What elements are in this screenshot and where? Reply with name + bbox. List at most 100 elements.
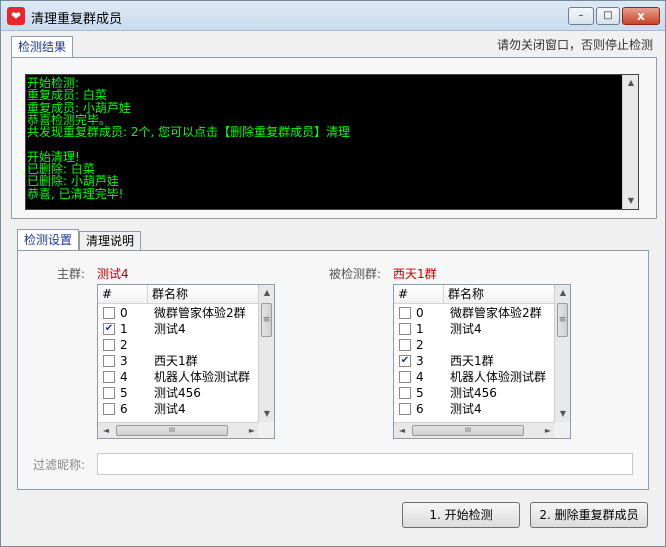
scroll-thumb[interactable]: ≡ xyxy=(557,303,568,337)
list-item[interactable]: ✔ 3 西天1群 xyxy=(394,353,556,369)
column-header-index[interactable]: # xyxy=(98,285,148,304)
main-group-list[interactable]: # 群名称 0 微群管家体验2群 ✔ 1 测试4 2 3 西天1群 4 机器人体验测试群 5 测试45… xyxy=(97,284,275,439)
filter-nickname-input[interactable] xyxy=(97,453,633,475)
list-item[interactable]: 4 机器人体验测试群 xyxy=(98,369,260,385)
row-index: 1 xyxy=(416,322,424,336)
list-item[interactable]: 5 测试456 xyxy=(98,385,260,401)
checked-group-label: 被检测群: xyxy=(329,267,382,281)
list-header: # 群名称 xyxy=(98,285,260,304)
row-group-name: 西天1群 xyxy=(450,354,494,368)
row-index: 0 xyxy=(120,306,128,320)
log-line: 已删除: 小葫芦娃 xyxy=(27,174,119,189)
list-item[interactable]: 2 xyxy=(98,337,260,353)
row-checkbox[interactable]: ✔ xyxy=(399,355,411,367)
log-console: 开始检测: 重复成员: 白菜 重复成员: 小葫芦娃 恭喜检测完毕。 共发现重复群成员: … xyxy=(25,74,639,210)
row-checkbox[interactable] xyxy=(103,387,115,399)
log-line: 共发现重复群成员: 2个, 您可以点击【删除重复群成员】清理 xyxy=(27,125,351,140)
checked-group-value: 西天1群 xyxy=(393,267,437,281)
window-title: 清理重复群成员 xyxy=(31,12,123,27)
title-bar[interactable]: ❤ 清理重复群成员 – □ x xyxy=(1,1,665,31)
list-vertical-scrollbar[interactable]: ▲ ≡ ▼ xyxy=(554,285,570,422)
list-item[interactable]: 0 微群管家体验2群 xyxy=(98,305,260,321)
row-checkbox[interactable] xyxy=(399,307,411,319)
row-index: 5 xyxy=(120,386,128,400)
row-index: 3 xyxy=(120,354,128,368)
row-checkbox[interactable] xyxy=(399,371,411,383)
row-group-name: 机器人体验测试群 xyxy=(450,370,547,384)
list-horizontal-scrollbar[interactable]: ◄ III ► xyxy=(98,422,260,438)
scroll-thumb[interactable]: ≡ xyxy=(261,303,272,337)
log-line: 开始检测: xyxy=(27,76,80,90)
app-logo-icon: ❤ xyxy=(7,7,25,25)
row-checkbox[interactable] xyxy=(103,307,115,319)
notice-text: 请勿关闭窗口，否则停止检测 xyxy=(496,38,653,52)
row-index: 3 xyxy=(416,354,424,368)
row-checkbox[interactable] xyxy=(103,403,115,415)
tab-detection-settings[interactable]: 检测设置 xyxy=(17,229,80,250)
scroll-down-arrow-icon[interactable]: ▼ xyxy=(623,193,639,209)
log-line: 重复成员: 小葫芦娃 xyxy=(27,100,131,115)
close-button[interactable]: x xyxy=(622,7,660,25)
row-checkbox[interactable] xyxy=(103,355,115,367)
list-item[interactable]: 2 xyxy=(394,337,556,353)
scroll-down-arrow-icon[interactable]: ▼ xyxy=(555,406,570,422)
checked-group-list[interactable]: # 群名称 0 微群管家体验2群 1 测试4 2 ✔ 3 西天1群 4 机器人体验测试群 5 测试45… xyxy=(393,284,571,439)
row-index: 6 xyxy=(416,402,424,416)
list-item[interactable]: 6 测试4 xyxy=(394,401,556,417)
scroll-thumb[interactable]: III xyxy=(412,425,524,436)
scroll-left-arrow-icon[interactable]: ◄ xyxy=(98,423,114,438)
row-group-name: 微群管家体验2群 xyxy=(154,306,246,320)
tab-detection-result[interactable]: 检测结果 xyxy=(11,36,74,57)
scroll-up-arrow-icon[interactable]: ▲ xyxy=(623,75,639,91)
start-detection-button[interactable]: 1. 开始检测 xyxy=(402,502,520,528)
scroll-up-arrow-icon[interactable]: ▲ xyxy=(259,285,274,301)
list-item[interactable]: 0 微群管家体验2群 xyxy=(394,305,556,321)
row-checkbox[interactable] xyxy=(399,403,411,415)
list-item[interactable]: 5 测试456 xyxy=(394,385,556,401)
row-group-name: 微群管家体验2群 xyxy=(450,306,542,320)
row-index: 2 xyxy=(120,338,128,352)
row-group-name: 测试4 xyxy=(450,402,482,416)
row-index: 2 xyxy=(416,338,424,352)
scroll-down-arrow-icon[interactable]: ▼ xyxy=(259,406,274,422)
filter-nickname-label: 过滤昵称: xyxy=(33,458,86,472)
row-group-name: 西天1群 xyxy=(154,354,198,368)
scroll-up-arrow-icon[interactable]: ▲ xyxy=(555,285,570,301)
row-group-name: 测试4 xyxy=(154,402,186,416)
scroll-left-arrow-icon[interactable]: ◄ xyxy=(394,423,410,438)
log-line: 恭喜, 已清理完毕! xyxy=(27,186,124,201)
delete-duplicates-button[interactable]: 2. 删除重复群成员 xyxy=(530,502,648,528)
list-item[interactable]: 6 测试4 xyxy=(98,401,260,417)
scroll-corner xyxy=(258,422,274,438)
list-item[interactable]: 4 机器人体验测试群 xyxy=(394,369,556,385)
list-item[interactable]: 1 测试4 xyxy=(394,321,556,337)
row-checkbox[interactable] xyxy=(103,339,115,351)
row-group-name: 测试456 xyxy=(154,386,201,400)
column-header-index[interactable]: # xyxy=(394,285,444,304)
scroll-thumb[interactable]: III xyxy=(116,425,228,436)
tab-cleanup-instructions[interactable]: 清理说明 xyxy=(79,231,142,250)
row-index: 4 xyxy=(416,370,424,384)
scroll-corner xyxy=(554,422,570,438)
row-checkbox[interactable] xyxy=(399,339,411,351)
row-checkbox[interactable] xyxy=(399,323,411,335)
log-scrollbar[interactable]: ▲ ▼ xyxy=(622,75,638,209)
list-item[interactable]: 3 西天1群 xyxy=(98,353,260,369)
row-checkbox[interactable] xyxy=(103,371,115,383)
list-item[interactable]: ✔ 1 测试4 xyxy=(98,321,260,337)
row-index: 0 xyxy=(416,306,424,320)
row-checkbox[interactable] xyxy=(399,387,411,399)
column-header-name[interactable]: 群名称 xyxy=(148,285,260,304)
row-checkbox[interactable]: ✔ xyxy=(103,323,115,335)
list-horizontal-scrollbar[interactable]: ◄ III ► xyxy=(394,422,556,438)
log-text: 开始检测: 重复成员: 白菜 重复成员: 小葫芦娃 恭喜检测完毕。 共发现重复群成员: … xyxy=(27,77,623,200)
list-vertical-scrollbar[interactable]: ▲ ≡ ▼ xyxy=(258,285,274,422)
row-index: 4 xyxy=(120,370,128,384)
minimize-button[interactable]: – xyxy=(568,7,594,25)
column-header-name[interactable]: 群名称 xyxy=(444,285,556,304)
main-group-value: 测试4 xyxy=(97,267,129,281)
list-header: # 群名称 xyxy=(394,285,556,304)
main-group-label: 主群: xyxy=(57,267,86,281)
maximize-button[interactable]: □ xyxy=(596,7,620,25)
